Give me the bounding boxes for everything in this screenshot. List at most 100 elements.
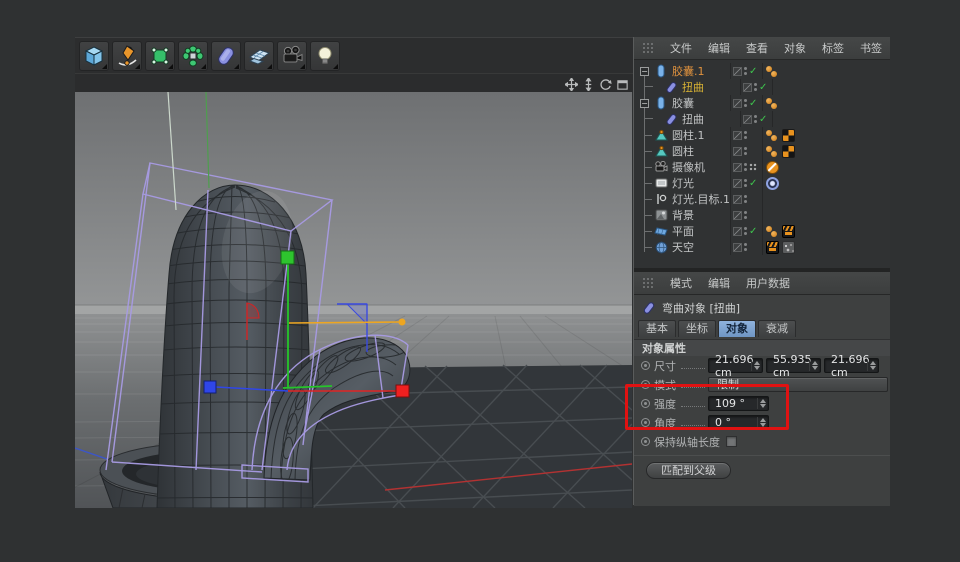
size-y-field[interactable]: 55.935 cm: [766, 358, 821, 373]
tab-object[interactable]: 对象: [718, 320, 756, 337]
visibility-dots-icon[interactable]: [744, 243, 747, 251]
stepper-icon[interactable]: [809, 360, 819, 371]
layer-toggle-icon[interactable]: [733, 147, 742, 156]
keep-length-checkbox[interactable]: [726, 436, 737, 447]
layer-toggle-icon[interactable]: [733, 67, 742, 76]
om-menu-file[interactable]: 文件: [670, 40, 692, 56]
pan-view-icon[interactable]: [564, 77, 578, 91]
texture-checker-tag-icon[interactable]: [782, 129, 795, 142]
keyframe-circle-icon[interactable]: [641, 437, 650, 446]
om-menu-bookmarks[interactable]: 书签: [860, 40, 882, 56]
am-menu-userdata[interactable]: 用户数据: [746, 275, 790, 291]
zoom-view-icon[interactable]: [581, 77, 595, 91]
object-name[interactable]: 灯光.目标.1: [672, 191, 730, 207]
visibility-dots-icon[interactable]: [744, 99, 747, 107]
stepper-icon[interactable]: [867, 360, 877, 371]
fit-to-parent-button[interactable]: 匹配到父级: [646, 462, 731, 479]
visibility-dots-icon[interactable]: [744, 67, 747, 75]
visibility-dots-icon[interactable]: [754, 83, 757, 91]
object-row-capsule[interactable]: − 胶囊 ✓: [634, 95, 890, 111]
om-menu-tags[interactable]: 标签: [822, 40, 844, 56]
stepper-icon[interactable]: [751, 360, 761, 371]
object-row-light-target[interactable]: 灯光.目标.1: [634, 191, 890, 207]
layer-toggle-icon[interactable]: [733, 131, 742, 140]
collapse-icon[interactable]: −: [640, 99, 649, 108]
light-tool-button[interactable]: [310, 41, 340, 71]
panel-grip-icon[interactable]: [642, 277, 654, 289]
om-menu-edit[interactable]: 编辑: [708, 40, 730, 56]
layer-toggle-icon[interactable]: [743, 115, 752, 124]
orange-strength-handle[interactable]: [399, 319, 406, 326]
object-name[interactable]: 胶囊: [672, 95, 730, 111]
layer-toggle-icon[interactable]: [733, 163, 742, 172]
camera-tool-button[interactable]: [277, 41, 307, 71]
camera-toggle-icon[interactable]: [749, 163, 757, 171]
y-axis-handle[interactable]: [281, 251, 294, 264]
no-entry-tag-icon[interactable]: [766, 161, 779, 174]
texture-noise-tag-icon[interactable]: [782, 241, 795, 254]
visibility-dots-icon[interactable]: [744, 179, 747, 187]
object-row-bend2[interactable]: 扭曲 ✓: [634, 111, 890, 127]
cube-primitive-button[interactable]: [79, 41, 109, 71]
enabled-check-icon[interactable]: ✓: [749, 66, 759, 77]
object-name[interactable]: 圆柱: [672, 143, 730, 159]
stepper-icon[interactable]: [757, 417, 767, 428]
tab-falloff[interactable]: 衰减: [758, 320, 796, 337]
object-name[interactable]: 摄像机: [672, 159, 730, 175]
size-x-field[interactable]: 21.696 cm: [708, 358, 763, 373]
mode-dropdown[interactable]: 限制: [708, 377, 888, 392]
visibility-dots-icon[interactable]: [744, 131, 747, 139]
angle-field[interactable]: 0 °: [708, 415, 769, 430]
visibility-dots-icon[interactable]: [744, 195, 747, 203]
spline-pen-button[interactable]: [112, 41, 142, 71]
compositing-tag-icon[interactable]: [782, 225, 795, 238]
object-name[interactable]: 平面: [672, 223, 730, 239]
phong-tag-icon[interactable]: [766, 97, 779, 110]
am-menu-edit[interactable]: 编辑: [708, 275, 730, 291]
rotate-view-icon[interactable]: [598, 77, 612, 91]
visibility-dots-icon[interactable]: [744, 227, 747, 235]
x-axis-handle[interactable]: [396, 385, 409, 397]
keyframe-circle-icon[interactable]: [641, 361, 650, 370]
orange-strength-handle-line[interactable]: [289, 322, 401, 323]
tab-basic[interactable]: 基本: [638, 320, 676, 337]
strength-field[interactable]: 109 °: [708, 396, 769, 411]
visibility-dots-icon[interactable]: [744, 147, 747, 155]
object-row-plane[interactable]: 平面 ✓: [634, 223, 890, 239]
phong-tag-icon[interactable]: [766, 225, 779, 238]
visibility-dots-icon[interactable]: [744, 211, 747, 219]
keyframe-circle-icon[interactable]: [641, 380, 650, 389]
3d-viewport[interactable]: [75, 92, 632, 508]
enabled-check-icon[interactable]: ✓: [749, 226, 759, 237]
object-name[interactable]: 圆柱.1: [672, 127, 730, 143]
object-row-cylinder1[interactable]: 圆柱.1: [634, 127, 890, 143]
size-z-field[interactable]: 21.696 cm: [824, 358, 879, 373]
phong-tag-icon[interactable]: [766, 145, 779, 158]
object-name[interactable]: 天空: [672, 239, 730, 255]
generator-button[interactable]: [145, 41, 175, 71]
layer-toggle-icon[interactable]: [733, 99, 742, 108]
modeling-button[interactable]: [178, 41, 208, 71]
object-name[interactable]: 胶囊.1: [672, 63, 730, 79]
layer-toggle-icon[interactable]: [733, 179, 742, 188]
deformer-button[interactable]: [211, 41, 241, 71]
layer-toggle-icon[interactable]: [733, 195, 742, 204]
object-row-capsule1[interactable]: − 胶囊.1 ✓: [634, 63, 890, 79]
target-tag-icon[interactable]: [766, 177, 779, 190]
enabled-check-icon[interactable]: ✓: [759, 82, 769, 93]
layer-toggle-icon[interactable]: [733, 243, 742, 252]
phong-tag-icon[interactable]: [766, 65, 779, 78]
environment-button[interactable]: [244, 41, 274, 71]
tab-coordinates[interactable]: 坐标: [678, 320, 716, 337]
object-row-light[interactable]: 灯光 ✓: [634, 175, 890, 191]
visibility-dots-icon[interactable]: [744, 163, 747, 171]
layer-toggle-icon[interactable]: [733, 227, 742, 236]
enabled-check-icon[interactable]: ✓: [749, 98, 759, 109]
object-row-background[interactable]: 背景: [634, 207, 890, 223]
om-menu-view[interactable]: 查看: [746, 40, 768, 56]
compositing-tag-icon[interactable]: [766, 241, 779, 254]
stepper-icon[interactable]: [757, 398, 767, 409]
object-name[interactable]: 灯光: [672, 175, 730, 191]
z-axis-handle[interactable]: [204, 381, 216, 393]
object-row-sky[interactable]: 天空: [634, 239, 890, 255]
